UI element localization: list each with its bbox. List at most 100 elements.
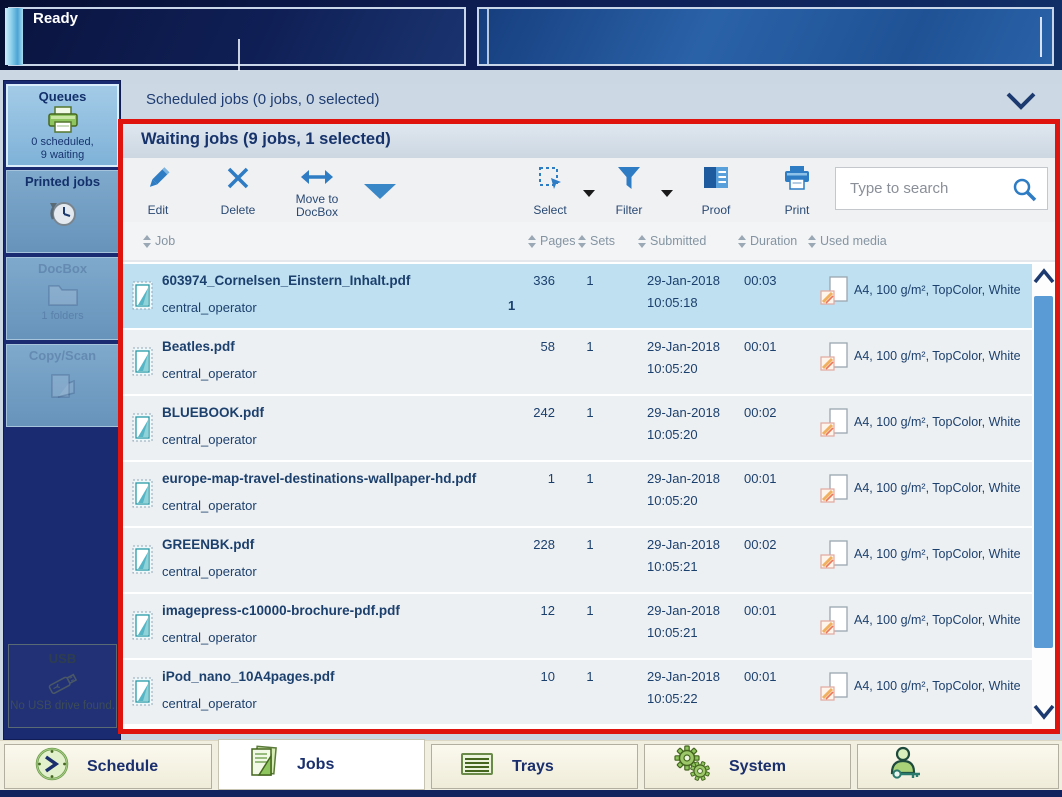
sort-icon xyxy=(808,235,816,248)
job-sets: 1 xyxy=(578,471,602,486)
job-name: europe-map-travel-destinations-wallpaper… xyxy=(162,471,476,486)
history-clock-icon xyxy=(7,197,118,231)
job-row[interactable]: Beatles.pdf central_operator 58 1 29-Jan… xyxy=(123,330,1032,394)
bottom-edge-strip xyxy=(0,790,1062,797)
job-pages: 10 xyxy=(490,669,555,684)
column-header-submitted[interactable]: Submitted xyxy=(638,234,706,248)
media-icon xyxy=(818,474,850,513)
folder-icon xyxy=(7,280,118,308)
job-progress: 1 xyxy=(508,298,515,313)
job-submitted-time: 10:05:22 xyxy=(647,691,698,706)
scroll-up-icon[interactable] xyxy=(1033,268,1055,289)
schedule-clock-icon xyxy=(33,745,71,788)
tab-system[interactable]: System xyxy=(644,744,851,789)
sidebar-item-docbox[interactable]: DocBox 1 folders xyxy=(6,257,119,340)
job-submitted-date: 29-Jan-2018 xyxy=(647,339,720,354)
move-to-docbox-button[interactable]: Move to DocBox xyxy=(279,158,355,222)
printed-jobs-label: Printed jobs xyxy=(7,174,118,189)
column-header-job[interactable]: Job xyxy=(143,234,175,248)
filter-button[interactable]: Filter xyxy=(591,158,667,222)
proof-document-icon xyxy=(702,165,730,196)
sidebar-item-queues[interactable]: Queues 0 scheduled, 9 waiting xyxy=(6,84,119,167)
waiting-jobs-header[interactable]: Waiting jobs (9 jobs, 1 selected) xyxy=(123,124,1055,158)
tab-system-label: System xyxy=(729,758,786,776)
system-gears-icon xyxy=(673,745,713,788)
scheduled-jobs-title: Scheduled jobs (0 jobs, 0 selected) xyxy=(146,91,379,108)
print-button[interactable]: Print xyxy=(759,158,835,222)
job-duration: 00:01 xyxy=(744,669,777,684)
job-name: BLUEBOOK.pdf xyxy=(162,405,264,420)
column-header-pages[interactable]: Pages xyxy=(528,234,575,248)
scrollbar-thumb[interactable] xyxy=(1034,296,1053,648)
job-sets: 1 xyxy=(578,405,602,420)
job-document-icon xyxy=(132,544,156,579)
usb-drive-icon xyxy=(9,668,116,698)
search-box xyxy=(835,167,1048,210)
job-name: iPod_nano_10A4pages.pdf xyxy=(162,669,335,684)
job-submitted-date: 29-Jan-2018 xyxy=(647,273,720,288)
filter-dropdown-caret[interactable] xyxy=(661,190,673,197)
tab-schedule[interactable]: Schedule xyxy=(4,744,212,789)
sidebar-item-printed-jobs[interactable]: Printed jobs xyxy=(6,170,119,253)
proof-button[interactable]: Proof xyxy=(678,158,754,222)
search-icon[interactable] xyxy=(1011,177,1037,208)
job-submitted-time: 10:05:20 xyxy=(647,493,698,508)
more-actions-expander[interactable] xyxy=(364,184,396,199)
copy-scan-label: Copy/Scan xyxy=(7,348,118,363)
job-pages: 228 xyxy=(490,537,555,552)
job-document-icon xyxy=(132,610,156,645)
sort-icon xyxy=(528,235,536,248)
job-sets: 1 xyxy=(578,603,602,618)
sidebar-item-copy-scan[interactable]: Copy/Scan xyxy=(6,344,119,427)
job-row[interactable]: GREENBK.pdf central_operator 228 1 29-Ja… xyxy=(123,528,1032,592)
search-input[interactable] xyxy=(848,169,1008,208)
select-button[interactable]: Select xyxy=(512,158,588,222)
status-panel-right-tick xyxy=(1040,17,1042,57)
tab-trays[interactable]: Trays xyxy=(431,744,638,789)
waiting-jobs-title: Waiting jobs (9 jobs, 1 selected) xyxy=(141,130,391,149)
scroll-down-icon[interactable] xyxy=(1033,704,1055,725)
sidebar-item-usb[interactable]: USB No USB drive found. xyxy=(8,644,117,728)
job-name: 603974_Cornelsen_Einstern_Inhalt.pdf xyxy=(162,273,410,288)
job-media: A4, 100 g/m², TopColor, White xyxy=(854,679,1021,693)
job-name: imagepress-c10000-brochure-pdf.pdf xyxy=(162,603,400,618)
tab-trays-label: Trays xyxy=(512,758,554,776)
job-row[interactable]: europe-map-travel-destinations-wallpaper… xyxy=(123,462,1032,526)
job-duration: 00:01 xyxy=(744,603,777,618)
job-owner: central_operator xyxy=(162,696,257,711)
media-icon xyxy=(818,606,850,645)
chevron-down-icon[interactable] xyxy=(1005,92,1037,115)
job-name: GREENBK.pdf xyxy=(162,537,254,552)
sort-icon xyxy=(143,235,151,248)
bottom-tab-bar: Schedule Jobs xyxy=(0,740,1062,790)
column-header-sets[interactable]: Sets xyxy=(578,234,615,248)
vertical-scrollbar xyxy=(1032,264,1055,729)
edit-button[interactable]: Edit xyxy=(120,158,196,222)
delete-x-icon xyxy=(225,165,251,196)
media-icon xyxy=(818,672,850,711)
scheduled-jobs-header[interactable]: Scheduled jobs (0 jobs, 0 selected) xyxy=(122,84,1062,117)
pencil-icon xyxy=(144,165,172,196)
docbox-count: 1 folders xyxy=(7,310,118,323)
tab-jobs[interactable]: Jobs xyxy=(218,739,425,790)
job-row[interactable]: 603974_Cornelsen_Einstern_Inhalt.pdf cen… xyxy=(123,264,1032,328)
edit-label: Edit xyxy=(120,203,196,217)
proof-label: Proof xyxy=(678,203,754,217)
print-label: Print xyxy=(759,203,835,217)
column-header-used-media[interactable]: Used media xyxy=(808,234,887,248)
delete-button[interactable]: Delete xyxy=(200,158,276,222)
job-media: A4, 100 g/m², TopColor, White xyxy=(854,283,1021,297)
job-pages: 58 xyxy=(490,339,555,354)
job-owner: central_operator xyxy=(162,564,257,579)
job-row[interactable]: BLUEBOOK.pdf central_operator 242 1 29-J… xyxy=(123,396,1032,460)
select-label: Select xyxy=(512,203,588,217)
job-row[interactable]: imagepress-c10000-brochure-pdf.pdf centr… xyxy=(123,594,1032,658)
column-header-duration[interactable]: Duration xyxy=(738,234,797,248)
job-media: A4, 100 g/m², TopColor, White xyxy=(854,415,1021,429)
media-icon xyxy=(818,342,850,381)
job-pages: 242 xyxy=(490,405,555,420)
job-media: A4, 100 g/m², TopColor, White xyxy=(854,613,1021,627)
job-row[interactable]: iPod_nano_10A4pages.pdf central_operator… xyxy=(123,660,1032,724)
printer-control-panel: Ready Queues 0 scheduled, 9 waiting Pri xyxy=(0,0,1062,797)
tab-login[interactable] xyxy=(857,744,1059,789)
